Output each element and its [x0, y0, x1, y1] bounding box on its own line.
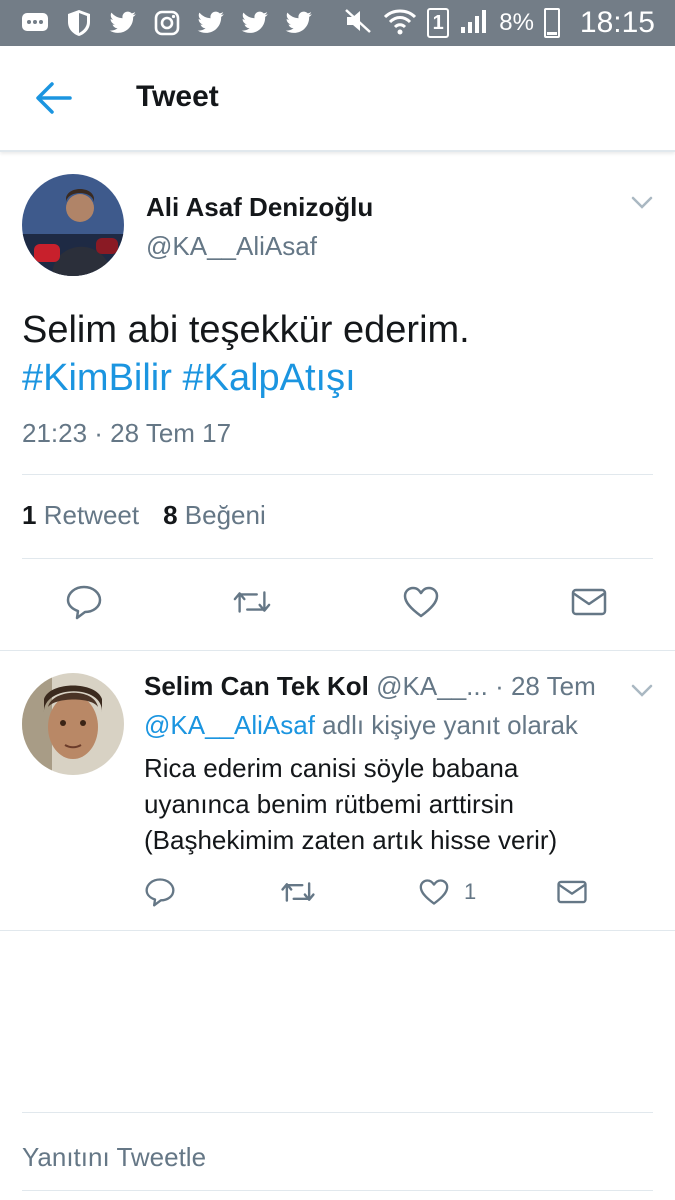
signal-icon	[459, 7, 489, 40]
retweet-icon[interactable]	[232, 582, 272, 622]
tweet-hashtags: #KimBilir #KalpAtışı	[22, 354, 356, 402]
reply-header: Selim Can Tek Kol @KA__... · 28 Tem	[144, 671, 596, 702]
page-title: Tweet	[136, 80, 219, 113]
reply-actions: 1	[0, 874, 675, 914]
divider	[22, 1112, 653, 1113]
sim-icon: 1	[427, 8, 450, 38]
status-bar: 1 8% 18:15	[0, 0, 675, 46]
twitter-icon	[284, 8, 314, 38]
tweet-actions	[0, 582, 675, 628]
retweet-label: Retweet	[43, 500, 140, 530]
reply-icon[interactable]	[144, 874, 176, 910]
shield-icon	[64, 8, 94, 38]
reply-text: Rica ederim canisi söyle babana uyanınca…	[144, 750, 644, 858]
instagram-icon	[152, 8, 182, 38]
reply-author-name[interactable]: Selim Can Tek Kol	[144, 671, 369, 701]
reply-icon[interactable]	[64, 582, 104, 622]
heart-icon[interactable]	[401, 582, 441, 622]
tweet-timestamp: 21:23 · 28 Tem 17	[22, 418, 232, 448]
message-icon[interactable]	[569, 582, 609, 622]
avatar[interactable]	[22, 174, 124, 276]
like-stat[interactable]: 8 Beğeni	[163, 500, 266, 531]
wifi-icon	[383, 7, 417, 40]
reply-like-count: 1	[464, 879, 477, 904]
twitter-icon	[196, 8, 226, 38]
divider	[22, 474, 653, 475]
mute-icon	[343, 7, 373, 40]
battery-icon	[543, 8, 560, 38]
message-icon[interactable]	[556, 874, 588, 910]
hashtag-link[interactable]: #KalpAtışı	[182, 357, 355, 399]
chevron-down-icon[interactable]	[631, 196, 653, 210]
tweet-stats: 1 Retweet 8 Beğeni	[22, 500, 266, 531]
mention-link[interactable]: @KA__AliAsaf	[144, 710, 315, 740]
reply-author-handle[interactable]: @KA__...	[376, 671, 488, 701]
like-label: Beğeni	[184, 500, 266, 530]
chat-icon	[20, 8, 50, 38]
reply-text-line: Rica ederim canisi söyle babana	[144, 753, 519, 783]
back-arrow-icon[interactable]	[34, 80, 74, 116]
system-icons: 1 8% 18:15	[343, 6, 655, 40]
top-app-bar: Tweet	[0, 46, 675, 152]
divider	[22, 1190, 653, 1191]
chevron-down-icon[interactable]	[631, 684, 653, 698]
divider	[0, 650, 675, 651]
avatar[interactable]	[22, 673, 124, 775]
reply-compose-input[interactable]: Yanıtını Tweetle	[22, 1142, 206, 1173]
replying-to-label: adlı kişiye yanıt olarak	[314, 710, 578, 740]
replying-to: @KA__AliAsaf adlı kişiye yanıt olarak	[144, 710, 578, 741]
reply-date: · 28 Tem	[495, 671, 596, 701]
retweet-stat[interactable]: 1 Retweet	[22, 500, 139, 531]
divider	[0, 930, 675, 931]
reply-text-line: (Başhekimim zaten artık hisse verir)	[144, 825, 558, 855]
twitter-icon	[240, 8, 270, 38]
heart-icon	[419, 879, 449, 905]
author-handle[interactable]: @KA__AliAsaf	[146, 231, 317, 262]
divider	[22, 558, 653, 559]
twitter-icon	[108, 8, 138, 38]
reply-text-line: uyanınca benim rütbemi arttirsin	[144, 789, 514, 819]
clock: 18:15	[579, 6, 655, 39]
tweet-text: Selim abi teşekkür ederim.	[22, 309, 470, 351]
battery-percent: 8%	[499, 9, 534, 36]
retweet-count: 1	[22, 500, 37, 530]
notification-icons	[20, 8, 314, 38]
retweet-icon[interactable]	[280, 874, 316, 910]
author-name[interactable]: Ali Asaf Denizoğlu	[146, 192, 373, 223]
like-count: 8	[163, 500, 178, 530]
hashtag-link[interactable]: #KimBilir	[22, 357, 172, 399]
like-button[interactable]: 1	[418, 874, 476, 910]
